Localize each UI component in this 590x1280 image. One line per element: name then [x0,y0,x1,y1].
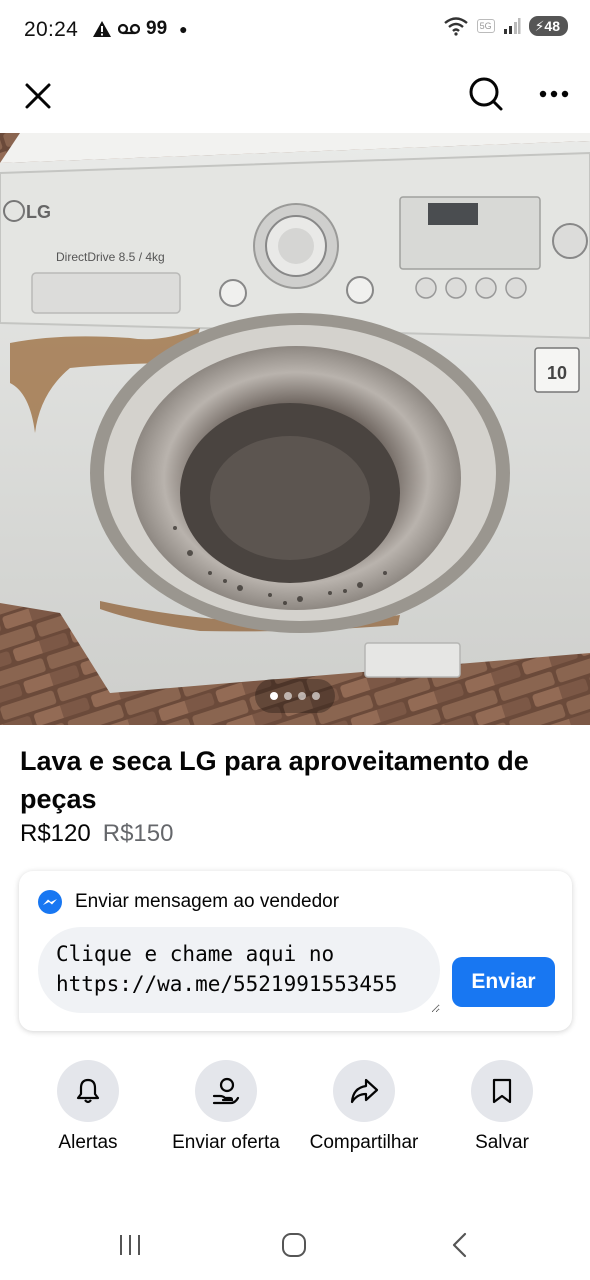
system-nav-bar [0,1215,590,1275]
close-icon [25,83,51,109]
listing-price: R$120 [20,820,91,847]
pager-dot-active [270,692,278,700]
bookmark-icon [492,1078,512,1104]
notification-count: 99 [146,18,168,39]
message-header-label: Enviar mensagem ao vendedor [75,891,340,912]
save-button[interactable]: Salvar [432,1060,572,1154]
share-button[interactable]: Compartilhar [294,1060,434,1154]
message-input[interactable]: Clique e chame aqui no https://wa.me/552… [38,927,440,1013]
send-offer-button[interactable]: Enviar oferta [156,1060,296,1154]
bell-icon [76,1078,100,1104]
voicemail-icon [118,23,140,35]
pager-dot [284,692,292,700]
price-row: R$120 R$150 [20,820,173,848]
svg-text:DirectDrive 8.5 / 4kg: DirectDrive 8.5 / 4kg [56,250,165,264]
battery-level: 48 [544,18,560,34]
status-bar: 20:24 99 ● 5G ⚡48 [0,0,590,60]
recent-apps-button[interactable] [100,1225,160,1265]
listing-title: Lava e seca LG para aproveitamento de pe… [20,746,529,814]
message-header: Enviar mensagem ao vendedor [37,889,339,915]
back-button[interactable] [430,1225,490,1265]
share-circle[interactable] [333,1060,395,1122]
alerts-label: Alertas [58,1132,118,1153]
save-label: Salvar [475,1132,529,1153]
top-bar [0,60,590,132]
send-offer-label: Enviar oferta [172,1132,280,1153]
send-offer-circle[interactable] [195,1060,257,1122]
action-row: Alertas Enviar oferta Compartilhar Salva… [0,1060,590,1160]
pager-dot [312,692,320,700]
save-circle[interactable] [471,1060,533,1122]
home-icon [282,1233,306,1257]
alerts-button[interactable]: Alertas [18,1060,158,1154]
warning-icon [93,21,111,37]
home-button[interactable] [264,1225,324,1265]
network-badge: 5G [476,19,495,33]
recent-apps-icon [120,1235,140,1255]
share-label: Compartilhar [309,1132,419,1153]
status-left-icons: 99 ● [92,18,188,40]
pager-dot [298,692,306,700]
message-seller-card: Enviar mensagem ao vendedor Clique e cha… [19,871,572,1031]
offer-icon [212,1077,240,1105]
more-options-button[interactable] [530,70,578,118]
svg-text:10: 10 [547,363,567,383]
status-right-icons: 5G ⚡48 [443,16,568,36]
status-time: 20:24 [24,18,79,41]
signal-icon [503,18,521,34]
listing-original-price: R$150 [102,820,174,847]
battery-indicator: ⚡48 [528,16,568,36]
wifi-icon [443,17,468,36]
more-notifications-dot: ● [179,21,188,37]
share-icon [350,1078,379,1104]
close-button[interactable] [14,72,62,120]
send-button[interactable]: Enviar [452,957,555,1007]
back-icon [452,1232,467,1258]
photo-pager [255,679,335,713]
search-icon [469,77,503,111]
svg-text:LG: LG [26,202,51,222]
washer-image: LG DirectDrive 8.5 / 4kg 10 [0,133,590,725]
alerts-circle[interactable] [57,1060,119,1122]
search-button[interactable] [462,70,510,118]
listing-photo[interactable]: LG DirectDrive 8.5 / 4kg 10 [0,133,590,725]
messenger-icon [38,890,62,914]
more-icon [539,90,569,98]
